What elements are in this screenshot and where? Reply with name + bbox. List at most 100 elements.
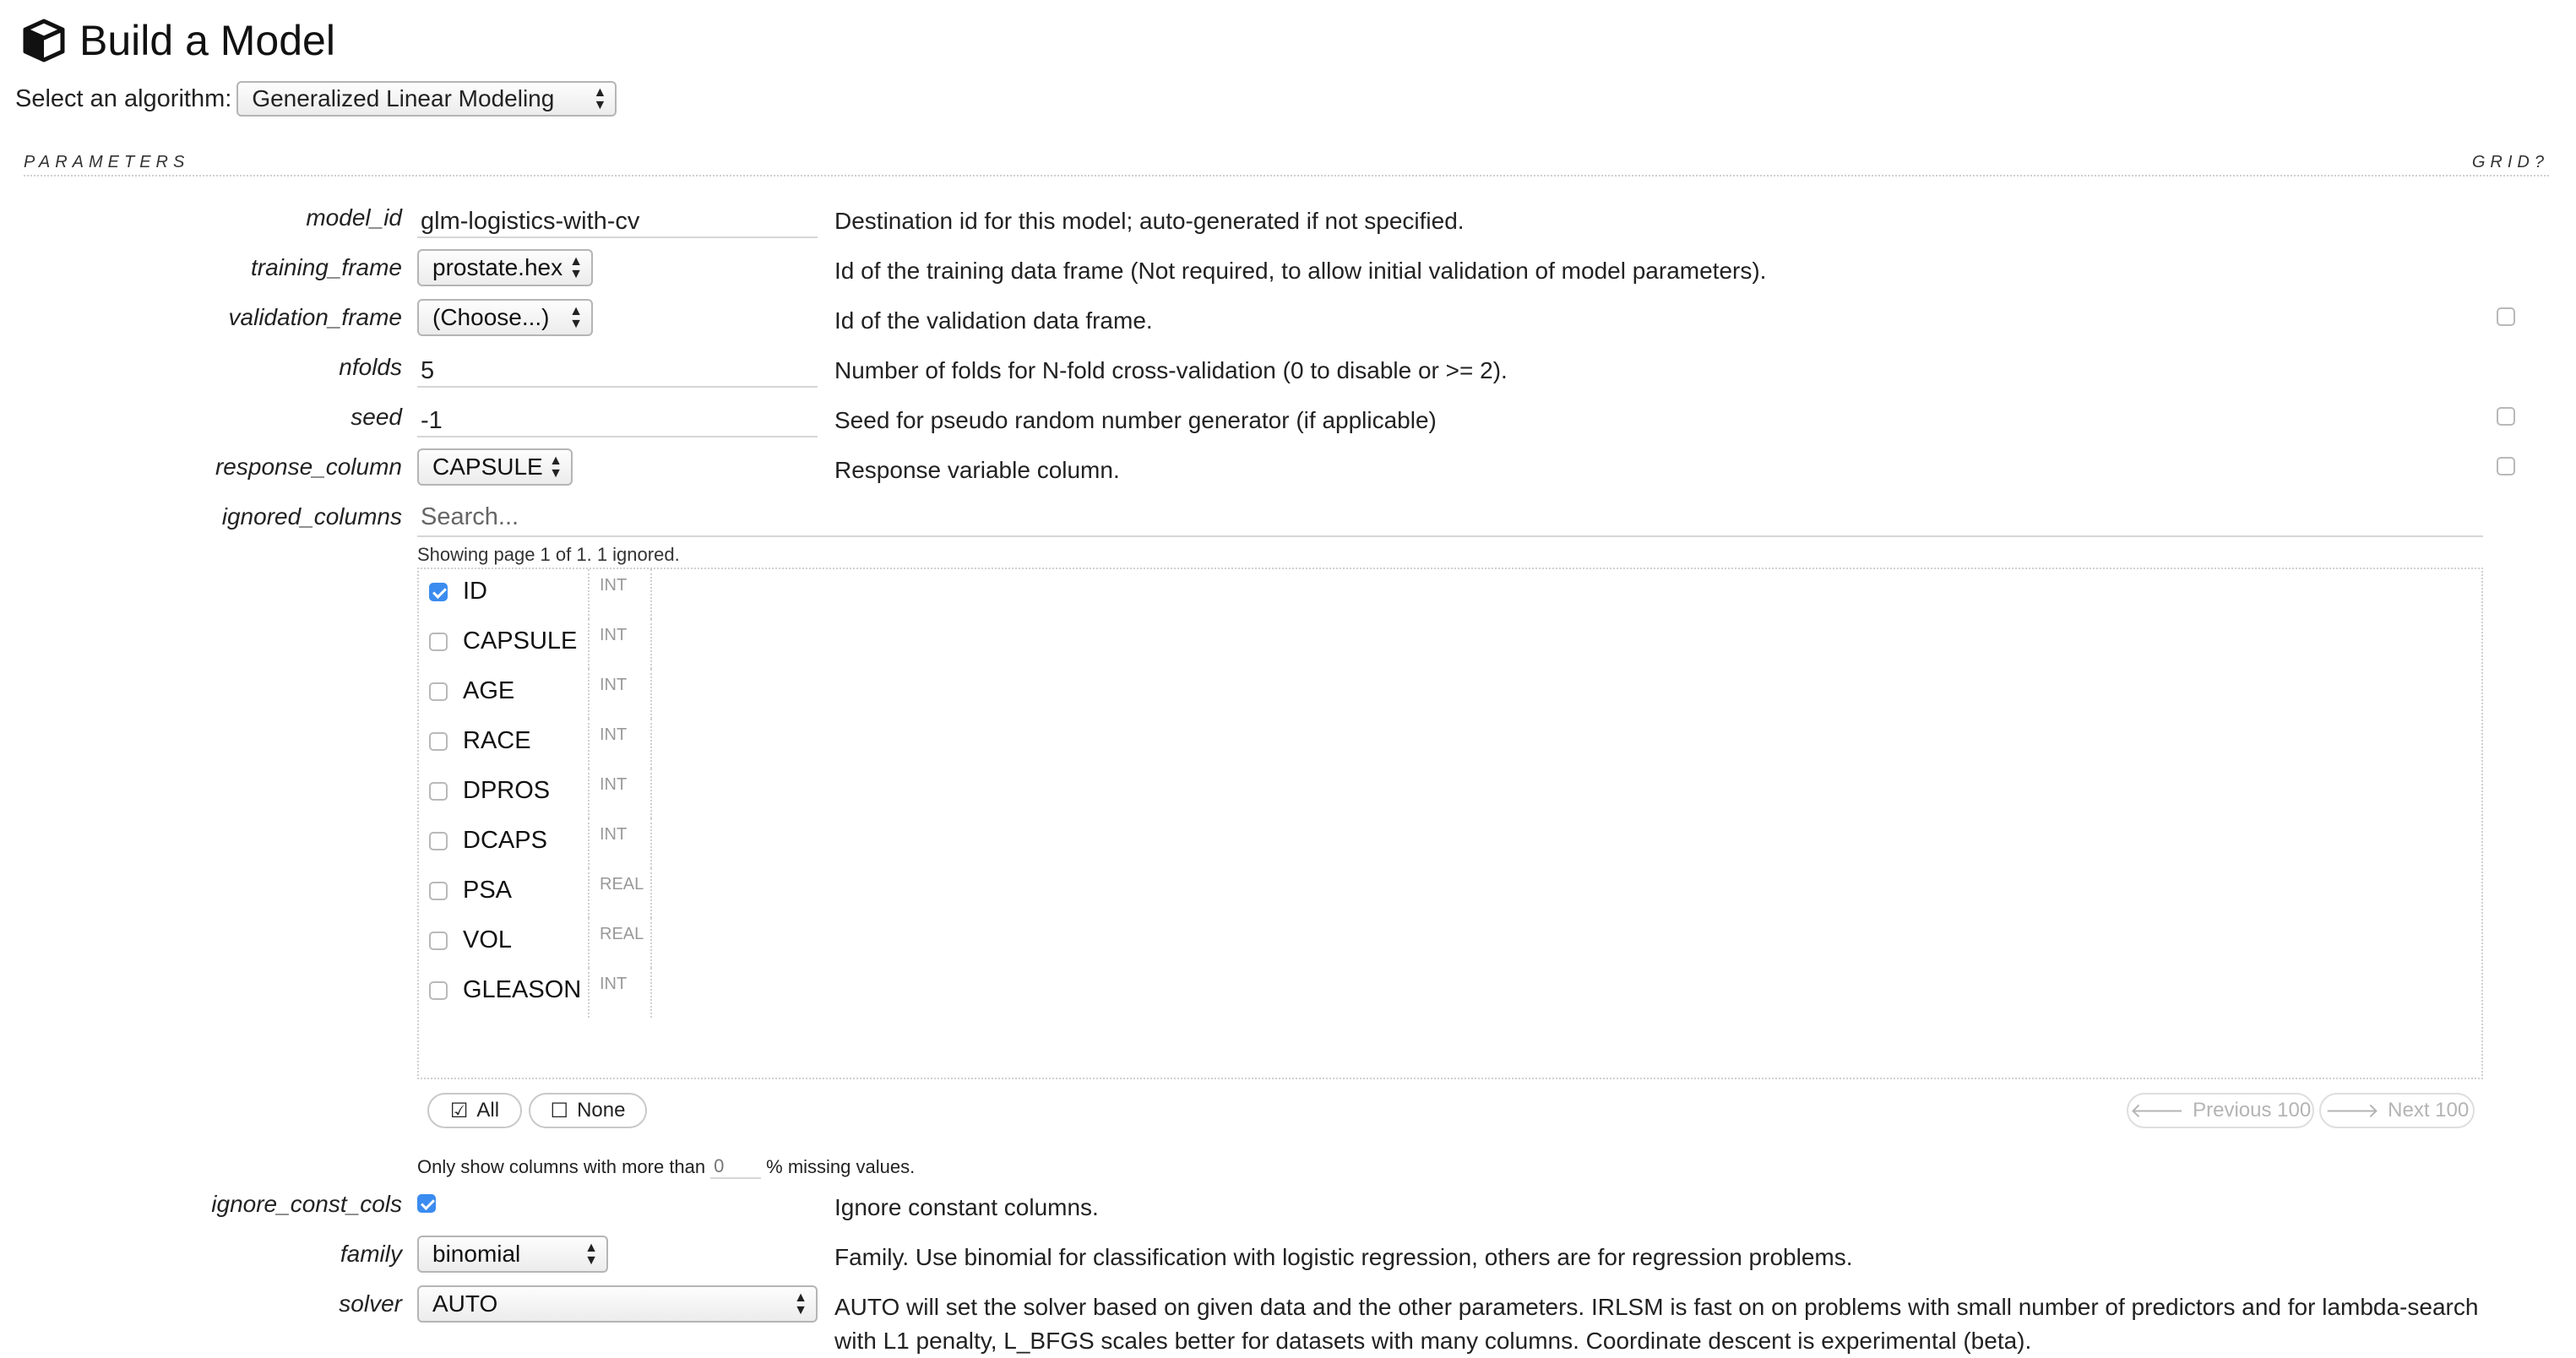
column-name: GLEASON bbox=[463, 976, 582, 1003]
column-type: REAL bbox=[588, 918, 652, 968]
training-frame-select[interactable]: prostate.hex ▲ ▼ bbox=[417, 249, 593, 286]
param-row-nfolds: nfolds 5 Number of folds for N-fold cros… bbox=[0, 345, 2576, 394]
grid-checkbox-validation-frame[interactable] bbox=[2497, 307, 2515, 326]
family-select[interactable]: binomial ▲ ▼ bbox=[417, 1236, 608, 1273]
select-arrows-icon: ▲ ▼ bbox=[549, 454, 562, 481]
select-none-label: None bbox=[577, 1099, 626, 1122]
param-description: Ignore constant columns. bbox=[834, 1194, 1099, 1220]
column-name: CAPSULE bbox=[463, 627, 578, 655]
cube-icon bbox=[23, 19, 65, 62]
param-label: ignored_columns bbox=[221, 503, 402, 530]
ignored-columns-page-info: Showing page 1 of 1. 1 ignored. bbox=[417, 544, 680, 565]
column-checkbox[interactable] bbox=[429, 782, 448, 801]
column-checkbox[interactable] bbox=[429, 981, 448, 1000]
algorithm-select-value: Generalized Linear Modeling bbox=[252, 85, 555, 111]
param-description: AUTO will set the solver based on given … bbox=[834, 1290, 2478, 1358]
nfolds-input[interactable]: 5 bbox=[417, 347, 818, 388]
algorithm-row: Select an algorithm: Generalized Linear … bbox=[15, 81, 617, 117]
param-description: Number of folds for N-fold cross-validat… bbox=[834, 357, 1508, 383]
arrow-left-icon: 🡐 bbox=[2129, 1100, 2185, 1122]
validation-frame-value: (Choose...) bbox=[432, 304, 550, 330]
column-item-dcaps[interactable]: DCAPS INT bbox=[429, 818, 674, 868]
column-item-vol[interactable]: VOL REAL bbox=[429, 918, 674, 968]
column-type: INT bbox=[588, 968, 652, 1018]
column-item-psa[interactable]: PSA REAL bbox=[429, 868, 674, 918]
arrow-right-icon: 🡒 bbox=[2324, 1100, 2380, 1122]
grid-header: GRID? bbox=[2471, 153, 2549, 171]
parameters-header: PARAMETERS GRID? bbox=[24, 153, 2549, 177]
column-checkbox[interactable] bbox=[429, 932, 448, 950]
param-label: model_id bbox=[306, 204, 402, 231]
solver-desc-line-1: AUTO will set the solver based on given … bbox=[834, 1294, 2479, 1320]
column-checkbox[interactable] bbox=[429, 732, 448, 751]
model-id-input[interactable]: glm-logistics-with-cv bbox=[417, 198, 818, 238]
solver-select[interactable]: AUTO ▲ ▼ bbox=[417, 1285, 818, 1323]
column-item-capsule[interactable]: CAPSULE INT bbox=[429, 619, 674, 669]
select-arrows-icon: ▲ ▼ bbox=[593, 85, 607, 112]
select-arrows-icon: ▲ ▼ bbox=[584, 1241, 598, 1268]
select-none-button[interactable]: ☐ None bbox=[529, 1093, 647, 1128]
previous-page-label: Previous 100 bbox=[2193, 1099, 2312, 1122]
column-item-dpros[interactable]: DPROS INT bbox=[429, 769, 674, 818]
page-title: Build a Model bbox=[22, 14, 335, 68]
param-description: Destination id for this model; auto-gene… bbox=[834, 208, 1465, 234]
column-item-age[interactable]: AGE INT bbox=[429, 669, 674, 719]
column-type: REAL bbox=[588, 868, 652, 918]
param-row-model-id: model_id glm-logistics-with-cv Destinati… bbox=[0, 196, 2576, 245]
param-label: validation_frame bbox=[228, 304, 402, 330]
square-icon: ☐ bbox=[550, 1099, 569, 1122]
parameters-title: PARAMETERS bbox=[24, 153, 190, 171]
column-name: AGE bbox=[463, 677, 515, 704]
param-label: solver bbox=[339, 1290, 402, 1317]
column-type: INT bbox=[588, 818, 652, 868]
param-description: Id of the training data frame (Not requi… bbox=[834, 258, 1767, 284]
ignored-columns-list: ID INT CAPSULE INT AGE INT RACE INT DPRO… bbox=[417, 568, 2483, 1079]
column-type: INT bbox=[588, 669, 652, 719]
validation-frame-select[interactable]: (Choose...) ▲ ▼ bbox=[417, 299, 593, 336]
column-type: INT bbox=[588, 719, 652, 769]
select-arrows-icon: ▲ ▼ bbox=[569, 254, 583, 281]
training-frame-value: prostate.hex bbox=[432, 254, 563, 280]
select-all-button[interactable]: ☑ All bbox=[427, 1093, 522, 1128]
grid-checkbox-seed[interactable] bbox=[2497, 407, 2515, 426]
family-value: binomial bbox=[432, 1241, 521, 1267]
param-row-training-frame: training_frame prostate.hex ▲ ▼ Id of the… bbox=[0, 246, 2576, 295]
build-model-page: Build a Model Select an algorithm: Gener… bbox=[0, 0, 2576, 1354]
next-page-button[interactable]: 🡒 Next 100 bbox=[2319, 1093, 2475, 1128]
param-label: seed bbox=[351, 404, 402, 430]
param-row-response-column: response_column CAPSULE ▲ ▼ Response vari… bbox=[0, 445, 2576, 494]
next-page-label: Next 100 bbox=[2388, 1099, 2470, 1122]
column-type: INT bbox=[588, 619, 652, 669]
param-row-validation-frame: validation_frame (Choose...) ▲ ▼ Id of th… bbox=[0, 296, 2576, 345]
column-item-race[interactable]: RACE INT bbox=[429, 719, 674, 769]
ignore-const-cols-checkbox[interactable] bbox=[417, 1194, 436, 1213]
param-row-solver: solver AUTO ▲ ▼ AUTO will set the solver … bbox=[0, 1282, 2576, 1354]
column-item-gleason[interactable]: GLEASON INT bbox=[429, 968, 674, 1018]
missing-percent-input[interactable]: 0 bbox=[710, 1155, 762, 1179]
missing-prefix: Only show columns with more than bbox=[417, 1156, 706, 1177]
solver-desc-line-2: with L1 penalty, L_BFGS scales better fo… bbox=[834, 1328, 2032, 1354]
column-checkbox[interactable] bbox=[429, 882, 448, 900]
previous-page-button[interactable]: 🡐 Previous 100 bbox=[2127, 1093, 2314, 1128]
column-name: VOL bbox=[463, 926, 513, 953]
param-label: response_column bbox=[215, 454, 402, 480]
column-name: ID bbox=[463, 578, 487, 605]
grid-checkbox-response-column[interactable] bbox=[2497, 457, 2515, 475]
solver-value: AUTO bbox=[432, 1290, 498, 1317]
param-row-family: family binomial ▲ ▼ Family. Use binomial … bbox=[0, 1232, 2576, 1281]
column-checkbox[interactable] bbox=[429, 682, 448, 701]
param-label: ignore_const_cols bbox=[211, 1191, 402, 1217]
column-checkbox[interactable] bbox=[429, 583, 448, 601]
seed-input[interactable]: -1 bbox=[417, 397, 818, 437]
check-square-icon: ☑ bbox=[449, 1099, 469, 1122]
column-item-id[interactable]: ID INT bbox=[429, 569, 674, 619]
response-column-value: CAPSULE bbox=[432, 454, 543, 480]
response-column-select[interactable]: CAPSULE ▲ ▼ bbox=[417, 448, 573, 486]
param-row-ignore-const-cols: ignore_const_cols Ignore constant column… bbox=[0, 1182, 2576, 1231]
missing-values-filter: Only show columns with more than 0 % mis… bbox=[417, 1155, 915, 1179]
ignored-columns-search-input[interactable]: Search... bbox=[417, 503, 2483, 537]
column-checkbox[interactable] bbox=[429, 633, 448, 651]
algorithm-select[interactable]: Generalized Linear Modeling ▲ ▼ bbox=[236, 81, 617, 117]
column-checkbox[interactable] bbox=[429, 832, 448, 850]
param-label: family bbox=[340, 1241, 402, 1267]
